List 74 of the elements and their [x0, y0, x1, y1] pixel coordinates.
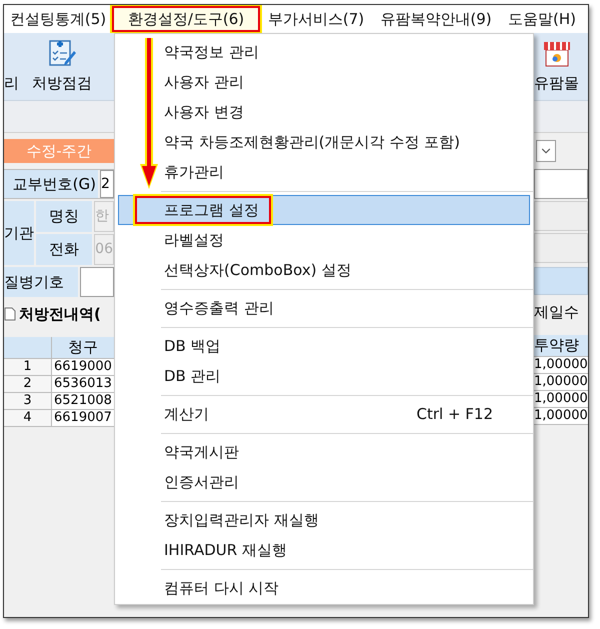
menu-item-label: 약국 차등조제현황관리(개문시각 수정 포함): [164, 132, 460, 153]
menu-item[interactable]: 인증서관리: [118, 467, 530, 497]
menu-item[interactable]: 라벨설정: [118, 225, 530, 255]
column-header: 청구: [52, 337, 114, 358]
row-number: 4: [4, 410, 52, 426]
menu-item-label: 라벨설정: [164, 230, 224, 251]
menu-item-label: 약국게시판: [164, 442, 239, 463]
table-cell: 1,00000: [534, 357, 588, 374]
document-icon: [4, 307, 16, 321]
menu-item[interactable]: 약국 차등조제현황관리(개문시각 수정 포함): [118, 127, 530, 157]
menu-item-label: 컴퓨터 다시 시작: [164, 578, 279, 599]
field-label: 명칭: [36, 201, 92, 232]
menu-item[interactable]: DB 관리: [118, 361, 530, 391]
menu-item[interactable]: 프로그램 설정: [118, 195, 530, 225]
prescription-check-button[interactable]: 처방점검: [32, 38, 92, 94]
menu-bar-item[interactable]: 환경설정/도구(6): [112, 6, 260, 32]
menu-item-label: 인증서관리: [164, 472, 239, 493]
disease-code-field[interactable]: [80, 267, 114, 297]
field-label: 전화: [36, 234, 92, 265]
menu-item-label: DB 관리: [164, 366, 221, 387]
menu-item[interactable]: 장치입력관리자 재실행: [118, 505, 530, 535]
clipboard-pen-icon: [47, 38, 77, 68]
dropdown-arrow-button[interactable]: [536, 140, 556, 162]
table-cell: 1,00000: [534, 374, 588, 391]
menu-item[interactable]: 사용자 변경: [118, 97, 530, 127]
menu-item-label: 휴가관리: [164, 162, 224, 183]
dispense-number-field[interactable]: 2: [100, 170, 114, 198]
header-bar: [534, 267, 588, 295]
row-number: 1: [4, 359, 52, 375]
highlighted-label: 프로그램 설정: [135, 196, 271, 224]
row-number: 3: [4, 393, 52, 409]
menu-item[interactable]: 휴가관리: [118, 157, 530, 187]
menu-item-label: IHIRADUR 재실행: [164, 540, 287, 561]
mode-badge: 수정-주간: [4, 139, 114, 163]
menu-bar-item[interactable]: 부가서비스(7): [260, 6, 372, 32]
toolbar-label: 리: [4, 72, 20, 94]
field-label: 교부번호(G): [4, 170, 98, 198]
menu-item[interactable]: 사용자 관리: [118, 67, 530, 97]
field-label: 질병기호: [4, 267, 78, 297]
menu-item[interactable]: DB 백업: [118, 331, 530, 361]
table-cell: 1,00000: [534, 391, 588, 408]
menu-item[interactable]: 선택상자(ComboBox) 설정: [118, 255, 530, 285]
section-title: 처방전내역(: [19, 304, 101, 325]
shortcut-label: Ctrl + F12: [416, 404, 493, 425]
menu-item[interactable]: 약국게시판: [118, 437, 530, 467]
table-cell: 6521008: [52, 393, 114, 409]
text-field[interactable]: [534, 233, 588, 263]
menu-item-label: 계산기: [164, 404, 209, 425]
menu-item[interactable]: 계산기 Ctrl + F12: [118, 399, 530, 429]
menu-item[interactable]: IHIRADUR 재실행: [118, 535, 530, 565]
menu-item-label: 장치입력관리자 재실행: [164, 510, 319, 531]
menu-item-label: 사용자 변경: [164, 102, 244, 123]
field-label: 기관: [4, 201, 34, 265]
menu-item-label: 사용자 관리: [164, 72, 244, 93]
menu-item[interactable]: 컴퓨터 다시 시작: [118, 573, 530, 603]
table-cell: 1,00000: [534, 408, 588, 425]
column-label: 제일수: [534, 302, 579, 323]
menu-item-label: 선택상자(ComboBox) 설정: [164, 260, 352, 281]
menu-item[interactable]: 약국정보 관리: [118, 37, 530, 67]
menu-bar-item[interactable]: 컨설팅통계(5): [4, 6, 112, 32]
shop-icon: [542, 40, 572, 68]
table-cell: 6619007: [52, 410, 114, 426]
menu-item[interactable]: 영수증출력 관리: [118, 293, 530, 323]
column-header: 투약량: [534, 335, 588, 357]
menu-item-label: 약국정보 관리: [164, 42, 259, 63]
row-number: 2: [4, 376, 52, 392]
table-cell: 6536013: [52, 376, 114, 392]
menu-item-label: DB 백업: [164, 336, 221, 357]
text-field[interactable]: [534, 201, 588, 231]
table-cell: 6619000: [52, 359, 114, 375]
menu-item-label: 영수증출력 관리: [164, 298, 274, 319]
menu-bar-item[interactable]: 유팜복약안내(9): [372, 6, 500, 32]
text-field[interactable]: [534, 169, 588, 199]
menu-bar-item[interactable]: 도움말(H): [500, 6, 584, 32]
